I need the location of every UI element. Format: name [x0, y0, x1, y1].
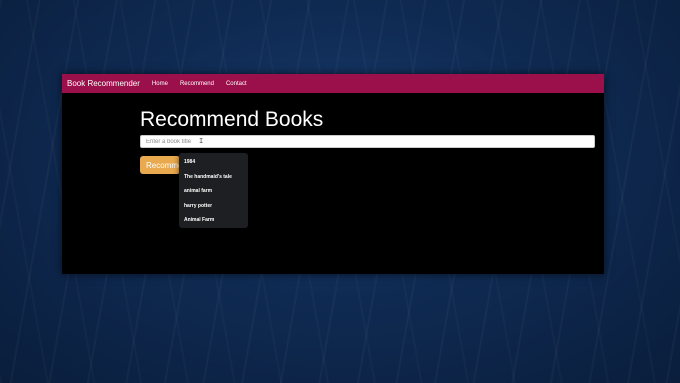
nav-link-recommend[interactable]: Recommend — [180, 81, 214, 87]
app-window: Book Recommender Home Recommend Contact … — [62, 74, 604, 274]
navbar-brand[interactable]: Book Recommender — [67, 79, 140, 88]
text-cursor-icon: I — [199, 137, 204, 145]
navbar: Book Recommender Home Recommend Contact — [62, 74, 604, 93]
autocomplete-item[interactable]: harry potter — [179, 199, 248, 214]
nav-link-contact[interactable]: Contact — [226, 81, 247, 87]
autocomplete-item[interactable]: The handmaid's tale — [179, 170, 248, 185]
recommend-button[interactable]: Recommend — [140, 156, 180, 174]
autocomplete-item[interactable]: 1984 — [179, 155, 248, 170]
page-title: Recommend Books — [140, 108, 324, 131]
nav-link-home[interactable]: Home — [152, 81, 168, 87]
autocomplete-item[interactable]: animal farm — [179, 184, 248, 199]
autocomplete-item[interactable]: Animal Farm — [179, 213, 248, 228]
autocomplete-dropdown: 1984 The handmaid's tale animal farm har… — [179, 153, 248, 228]
book-title-input[interactable] — [140, 135, 595, 148]
